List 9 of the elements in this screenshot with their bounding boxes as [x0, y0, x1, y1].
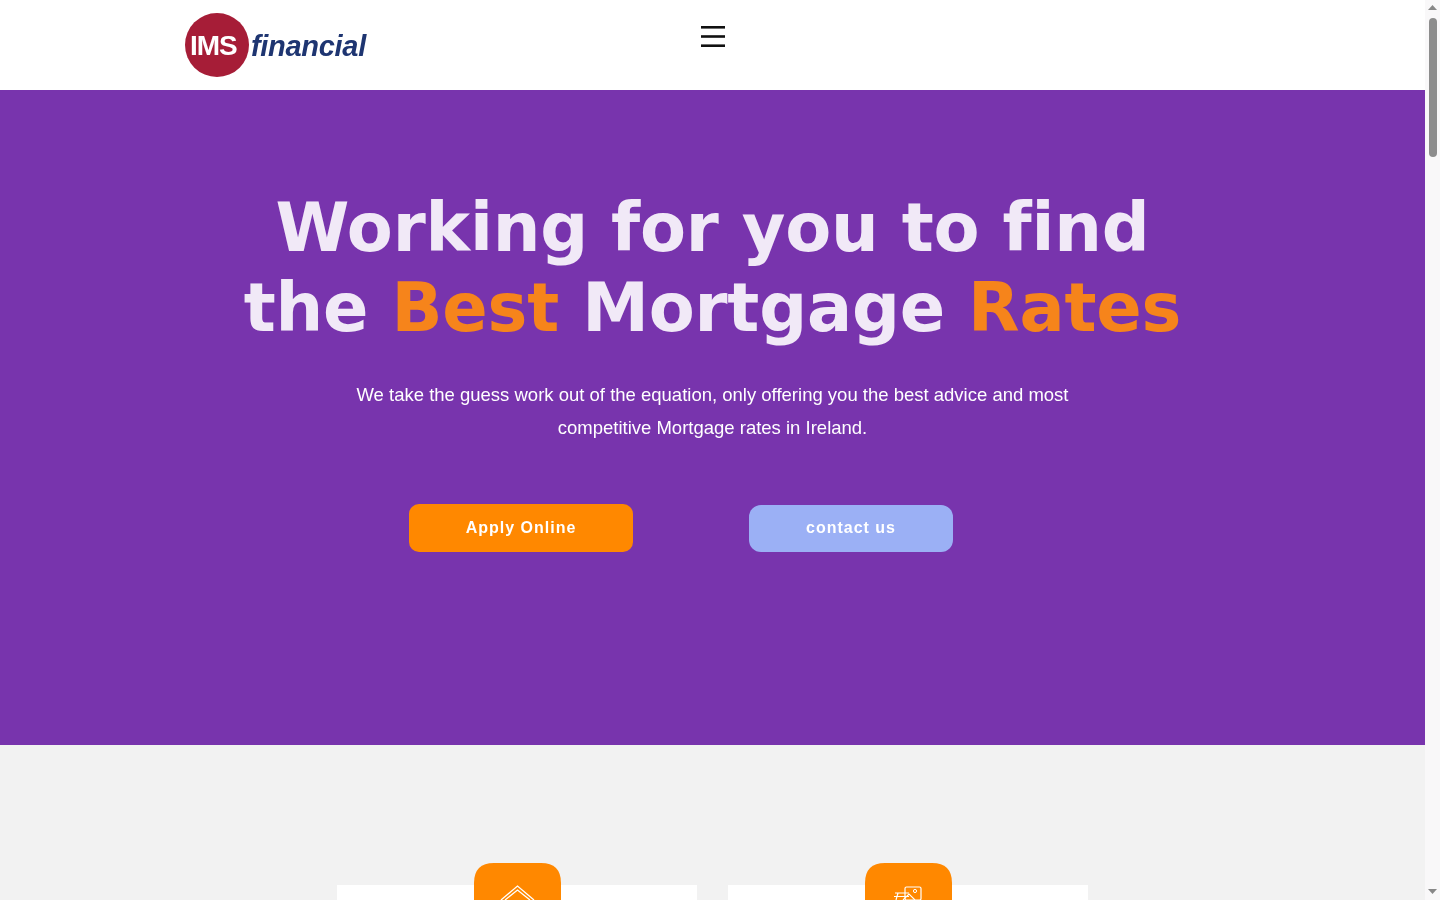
scrollbar-thumb[interactable]	[1428, 18, 1437, 157]
scroll-up-arrow-icon[interactable]	[1428, 5, 1437, 10]
scrollbar-track[interactable]	[1425, 0, 1440, 900]
logo-mark[interactable]: IMS	[185, 13, 249, 77]
hero-heading: Working for you to find the Best Mortgage Rates	[242, 188, 1183, 348]
logo-wordmark[interactable]: financial	[251, 27, 366, 63]
scroll-down-arrow-icon[interactable]	[1428, 889, 1437, 894]
menu-icon[interactable]	[700, 26, 725, 47]
hero-subtitle: We take the guess work out of the equation, only offering you the best advice and most competitive Mortgage rates in Ireland.	[355, 383, 1070, 440]
